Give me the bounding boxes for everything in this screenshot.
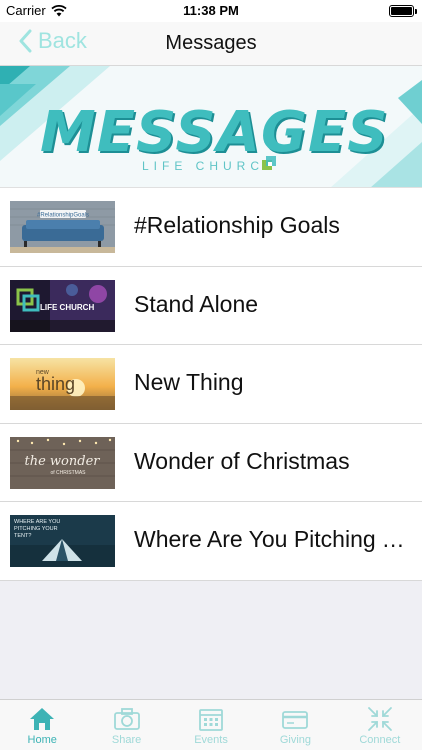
banner-subtitle: LIFE CHURCH xyxy=(142,159,278,173)
nav-bar: Back Messages xyxy=(0,22,422,66)
new-thing-thumbnail: new thing xyxy=(10,358,115,410)
card-icon xyxy=(282,711,309,729)
list-item[interactable]: LIFE CHURCH Stand Alone xyxy=(0,267,422,345)
list-item[interactable]: #RelationshipGoals #Relationship Goals xyxy=(0,188,422,267)
status-time: 11:38 PM xyxy=(183,3,239,18)
thumb-text-small: of CHRISTMAS xyxy=(50,470,86,476)
page-title: Messages xyxy=(165,32,257,54)
stand-alone-thumbnail: LIFE CHURCH xyxy=(10,279,115,332)
tab-label: Home xyxy=(27,734,57,746)
tab-events[interactable]: Events xyxy=(169,700,253,750)
church-logo-icon xyxy=(262,156,276,170)
message-title: Wonder of Christmas xyxy=(134,447,350,474)
message-title: Where Are You Pitching Your Tent? xyxy=(134,526,406,552)
screen: Carrier 11:38 PM Back Messages MESSAGES … xyxy=(0,0,422,750)
thumb-text: #RelationshipGoals xyxy=(37,213,89,219)
tab-connect[interactable]: Connect xyxy=(338,700,422,750)
wonder-of-christmas-thumbnail: the wonder of CHRISTMAS xyxy=(10,436,115,489)
thumb-text: LIFE CHURCH xyxy=(40,303,94,312)
message-title: #Relationship Goals xyxy=(134,212,340,238)
calendar-icon xyxy=(199,709,223,731)
thumb-text: the wonder xyxy=(25,454,101,469)
tab-label: Events xyxy=(194,734,228,746)
list-item[interactable]: new thing New Thing xyxy=(0,345,422,424)
list-item[interactable]: WHERE ARE YOU PITCHING YOUR TENT? Where … xyxy=(0,502,422,581)
home-icon xyxy=(30,708,55,730)
thumb-text: WHERE ARE YOU PITCHING YOUR TENT? xyxy=(14,519,61,539)
battery-icon xyxy=(389,5,417,17)
message-title: Stand Alone xyxy=(134,290,259,317)
thumb-text: thing xyxy=(36,374,75,394)
messages-banner: MESSAGES LIFE CHURCH xyxy=(0,66,422,188)
messages-list: #RelationshipGoals #Relationship Goals L… xyxy=(0,188,422,581)
tab-share[interactable]: Share xyxy=(84,700,168,750)
status-bar: Carrier 11:38 PM xyxy=(0,0,422,22)
relationship-goals-thumbnail: #RelationshipGoals xyxy=(10,201,115,253)
tab-label: Giving xyxy=(279,734,312,746)
list-item[interactable]: the wonder of CHRISTMAS Wonder of Christ… xyxy=(0,424,422,502)
pitching-tent-thumbnail: WHERE ARE YOU PITCHING YOUR TENT? xyxy=(10,515,115,567)
banner-title: MESSAGES xyxy=(40,100,389,165)
camera-icon xyxy=(113,708,140,730)
message-title: New Thing xyxy=(134,369,244,395)
tab-label: Share xyxy=(111,734,142,746)
connect-icon xyxy=(367,707,392,731)
tab-bar: Home Share Events Giving Connect xyxy=(0,699,422,750)
tab-label: Connect xyxy=(359,734,401,746)
tab-home[interactable]: Home xyxy=(0,700,84,750)
tab-giving[interactable]: Giving xyxy=(253,700,337,750)
